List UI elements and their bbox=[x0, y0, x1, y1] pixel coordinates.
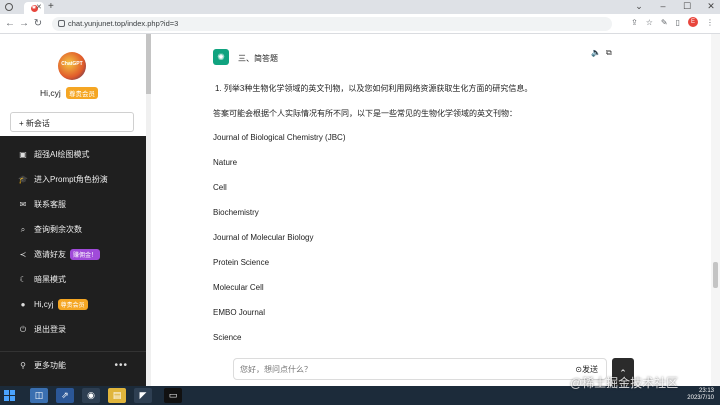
message-tools: 🔈 ⧉ bbox=[591, 48, 612, 58]
chrome-icon[interactable]: ◉ bbox=[82, 388, 100, 403]
new-tab-icon[interactable]: + bbox=[48, 1, 54, 12]
chatgpt-icon: ✺ bbox=[213, 49, 229, 65]
page-scroll-thumb[interactable] bbox=[713, 262, 718, 288]
sidebar-item-label: 进入Prompt角色扮演 bbox=[34, 175, 108, 184]
vip-badge: 尊贵会员 bbox=[66, 87, 98, 99]
maximize-icon[interactable]: ☐ bbox=[682, 1, 692, 12]
sidebar-item-label: 查询剩余次数 bbox=[34, 225, 82, 234]
list-item: Journal of Molecular Biology bbox=[213, 233, 314, 242]
list-item: Cell bbox=[213, 183, 227, 192]
chat-input-box: ⊙发送 bbox=[233, 358, 607, 380]
section-title: 三、简答题 bbox=[238, 54, 278, 63]
vip-badge: 尊贵会员 bbox=[57, 299, 88, 310]
sidebar-item-label: Hi,cyj bbox=[34, 300, 54, 309]
taskbar-app-icon[interactable]: ◤ bbox=[134, 388, 152, 403]
profile-avatar[interactable]: E bbox=[688, 17, 698, 27]
power-icon: ⏻ bbox=[19, 324, 27, 334]
user-icon: ● bbox=[20, 300, 26, 309]
chat-input[interactable] bbox=[240, 363, 540, 376]
sidebar-item-user[interactable]: ● Hi,cyj 尊贵会员 bbox=[0, 292, 146, 317]
copy-icon[interactable]: ⧉ bbox=[606, 48, 612, 58]
invite-badge: 赚佣金！ bbox=[70, 249, 101, 260]
list-item: Science bbox=[213, 333, 242, 342]
new-chat-button[interactable]: + 新会话 bbox=[10, 112, 134, 132]
sidebar-item-remaining[interactable]: ⌕ 查询剩余次数 bbox=[0, 217, 146, 242]
link-icon: ⚲ bbox=[20, 361, 26, 370]
sidebar-menu: ▣ 超强AI绘图模式 🎓 进入Prompt角色扮演 ✉ 联系客服 ⌕ 查询剩余次… bbox=[0, 142, 146, 342]
sidebar-item-invite[interactable]: ≺ 邀请好友 赚佣金！ bbox=[0, 242, 146, 267]
more-features-label: 更多功能 bbox=[34, 361, 66, 370]
share-page-icon[interactable]: ⇪ bbox=[631, 18, 638, 27]
sidebar-item-label: 暗黑模式 bbox=[34, 275, 66, 284]
sidebar-item-label: 联系客服 bbox=[34, 200, 66, 209]
question-text: 1. 列举3种生物化学领域的英文刊物，以及您如何利用网络资源获取生化方面的研究信… bbox=[215, 84, 533, 93]
more-menu-icon[interactable]: ⋮ bbox=[706, 18, 714, 27]
more-dots-icon[interactable]: ••• bbox=[114, 360, 128, 371]
list-item: Journal of Biological Chemistry (JBC) bbox=[213, 133, 346, 142]
sidebar-item-label: 退出登录 bbox=[34, 325, 66, 334]
speaker-icon[interactable]: 🔈 bbox=[591, 48, 601, 58]
back-icon[interactable]: ← bbox=[4, 18, 16, 29]
image-icon: ▣ bbox=[19, 150, 27, 159]
moon-icon: ☾ bbox=[19, 275, 27, 284]
lock-icon bbox=[58, 20, 65, 27]
more-features-button[interactable]: ⚲ 更多功能 ••• bbox=[0, 351, 146, 379]
answer-intro: 答案可能会根据个人实际情况有所不同，以下是一些常见的生物化学领域的英文刊物： bbox=[213, 109, 517, 118]
address-bar[interactable]: chat.yunjunet.top/index.php?id=3 bbox=[52, 17, 612, 31]
share-icon: ≺ bbox=[19, 250, 27, 259]
search-icon: ⌕ bbox=[20, 224, 26, 234]
folder-icon[interactable]: ▤ bbox=[108, 388, 126, 403]
sidebar-item-logout[interactable]: ⏻ 退出登录 bbox=[0, 317, 146, 342]
list-item: Nature bbox=[213, 158, 238, 167]
chat-main: ✺ 三、简答题 🔈 ⧉ 1. 列举3种生物化学领域的英文刊物，以及您如何利用网络… bbox=[151, 34, 711, 388]
browser-menu-icon[interactable] bbox=[5, 3, 13, 11]
watermark: @稀土掘金技术社区 bbox=[570, 376, 679, 390]
sidebar-item-ai-drawing[interactable]: ▣ 超强AI绘图模式 bbox=[0, 142, 146, 167]
reload-icon[interactable]: ↻ bbox=[32, 18, 44, 29]
list-item: Molecular Cell bbox=[213, 283, 264, 292]
sidebar-item-label: 邀请好友 bbox=[34, 250, 66, 259]
list-item: Protein Science bbox=[213, 258, 270, 267]
site-logo: ChatGPT bbox=[58, 52, 86, 80]
url-text[interactable]: chat.yunjunet.top/index.php?id=3 bbox=[68, 19, 178, 28]
user-name: Hi,cyj bbox=[40, 88, 61, 98]
sidebar-item-dark-mode[interactable]: ☾ 暗黑模式 bbox=[0, 267, 146, 292]
extensions-icon[interactable]: ✎ bbox=[661, 18, 668, 27]
close-window-icon[interactable]: ✕ bbox=[706, 1, 716, 12]
system-clock[interactable]: 23:13 2023/7/10 bbox=[687, 388, 714, 402]
list-item: EMBO Journal bbox=[213, 308, 266, 317]
close-tab-icon[interactable]: ✕ bbox=[36, 3, 42, 11]
terminal-icon[interactable]: ▭ bbox=[164, 388, 182, 403]
page-scrollbar[interactable] bbox=[711, 34, 720, 386]
window-controls: ⌄ – ☐ ✕ bbox=[634, 1, 716, 12]
chat-icon: ✉ bbox=[19, 200, 27, 209]
taskbar-app-icon[interactable]: ⇗ bbox=[56, 388, 74, 403]
toolbar-icons: ⇪ ☆ ✎ ▯ E ⋮ bbox=[631, 17, 714, 27]
minimize-icon[interactable]: – bbox=[658, 1, 668, 12]
sidebar: ChatGPT Hi,cyj 尊贵会员 + 新会话 ▣ 超强AI绘图模式 🎓 进… bbox=[0, 34, 146, 386]
browser-toolbar: ← → ↻ chat.yunjunet.top/index.php?id=3 ⇪… bbox=[0, 14, 720, 34]
list-item: Biochemistry bbox=[213, 208, 259, 217]
chevron-down-icon[interactable]: ⌄ bbox=[634, 1, 644, 12]
taskbar-app-icon[interactable]: ◫ bbox=[30, 388, 48, 403]
bookmark-star-icon[interactable]: ☆ bbox=[646, 18, 653, 27]
windows-start-icon[interactable] bbox=[4, 390, 15, 401]
sidebar-item-label: 超强AI绘图模式 bbox=[34, 150, 90, 159]
forward-icon[interactable]: → bbox=[18, 18, 30, 29]
sidebar-item-prompt-roleplay[interactable]: 🎓 进入Prompt角色扮演 bbox=[0, 167, 146, 192]
graduation-icon: 🎓 bbox=[18, 175, 28, 184]
sidebar-profile: ChatGPT Hi,cyj 尊贵会员 + 新会话 bbox=[0, 34, 146, 136]
browser-tabstrip: ✱ ✕ + ⌄ – ☐ ✕ bbox=[0, 0, 720, 14]
sidepanel-icon[interactable]: ▯ bbox=[676, 18, 680, 27]
sidebar-item-support[interactable]: ✉ 联系客服 bbox=[0, 192, 146, 217]
